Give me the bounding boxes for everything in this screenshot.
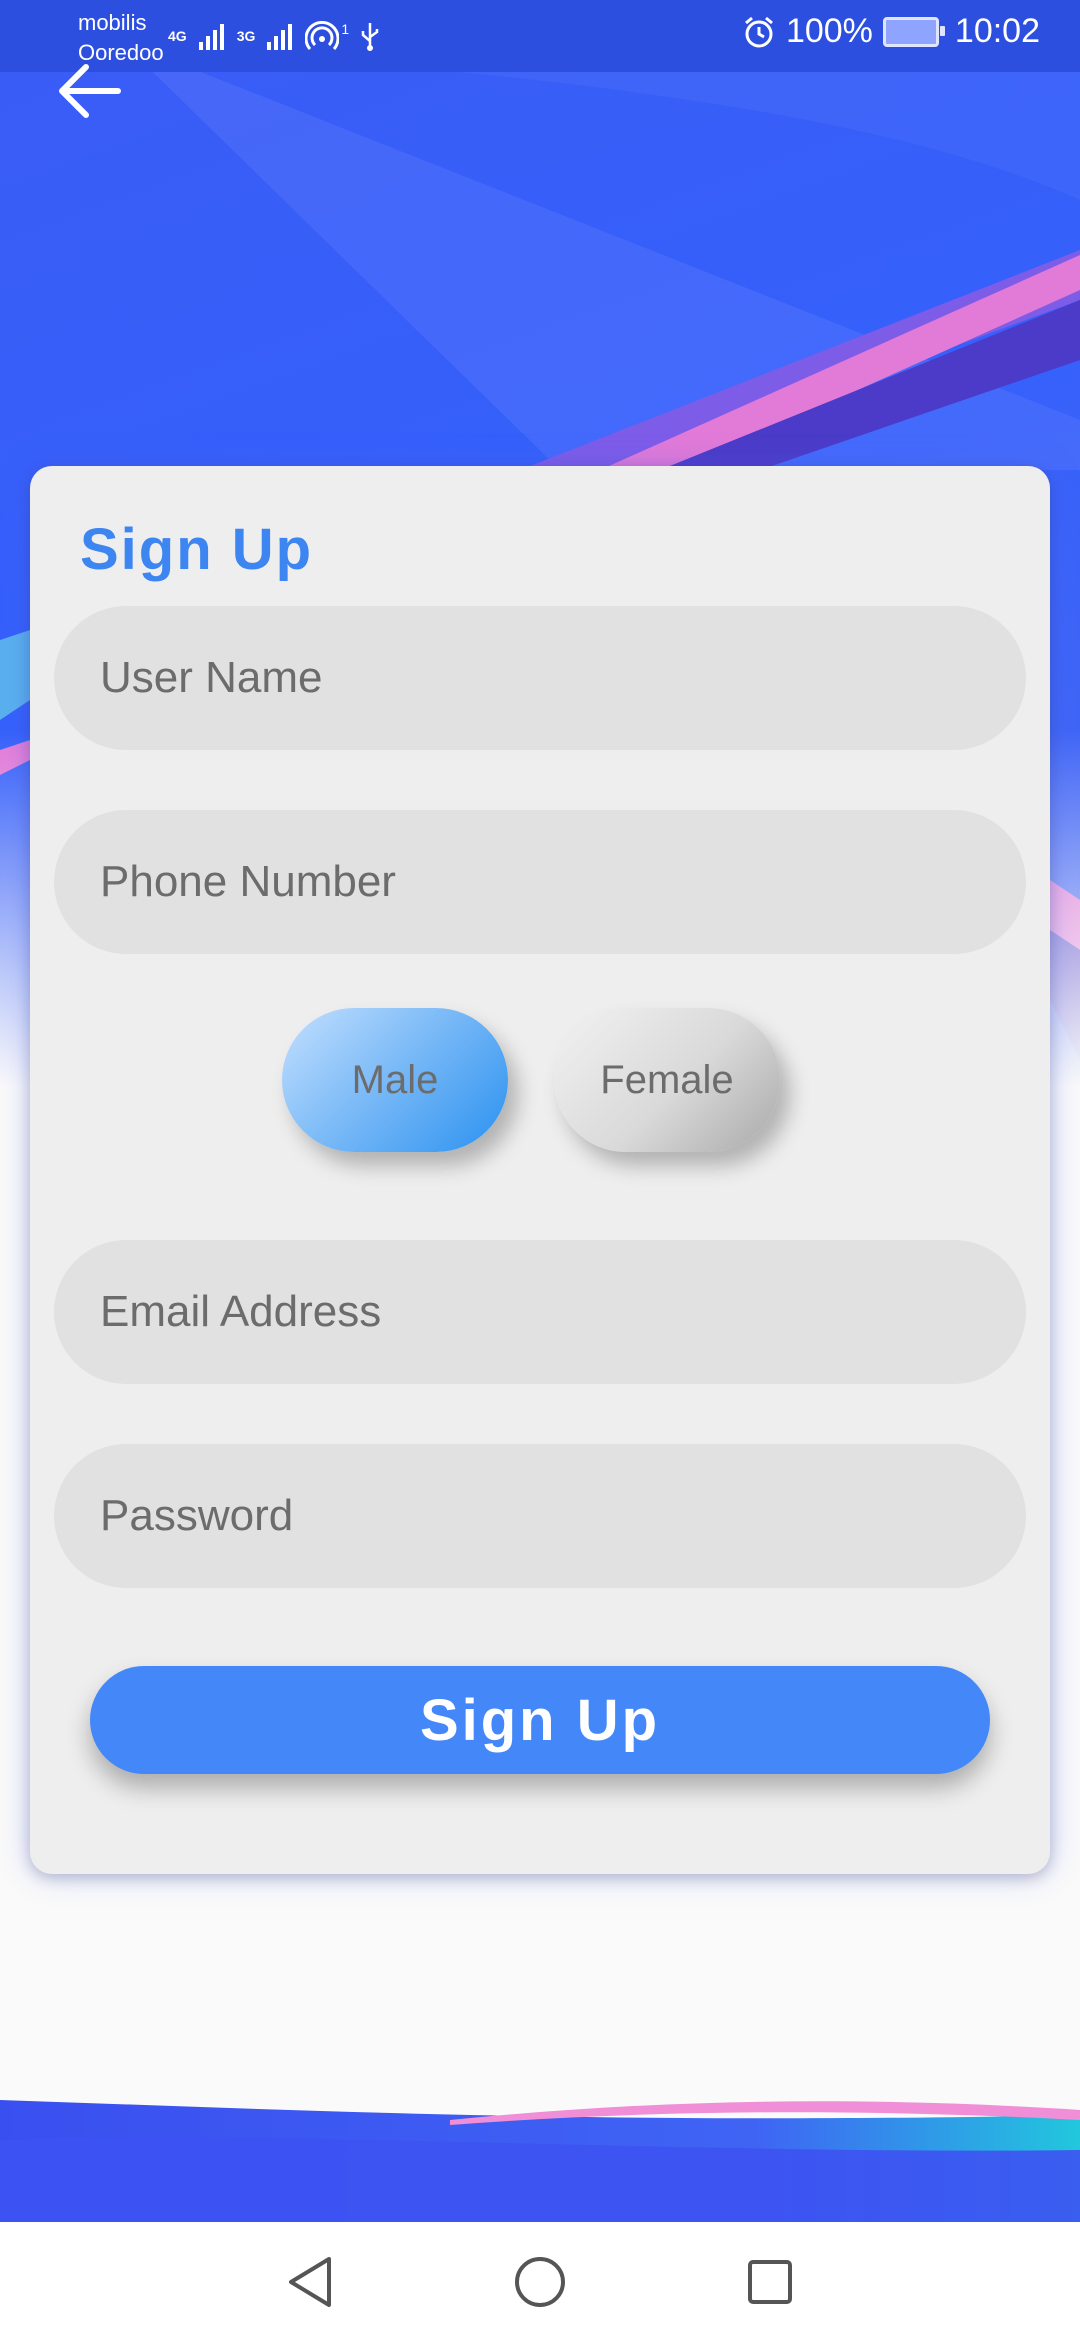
- arrow-left-icon: [59, 64, 121, 118]
- battery-percent: 100%: [785, 12, 873, 50]
- password-field[interactable]: Password: [54, 1444, 1026, 1588]
- nav-back-button[interactable]: [280, 2252, 340, 2312]
- email-placeholder: Email Address: [100, 1287, 382, 1336]
- navigation-bar: [0, 2222, 1080, 2340]
- signup-button[interactable]: Sign Up: [90, 1666, 990, 1774]
- page-title: Sign Up: [80, 517, 314, 582]
- network-type-2: 3G: [236, 28, 256, 44]
- signal-icon: [267, 24, 293, 50]
- password-placeholder: Password: [100, 1491, 294, 1540]
- phone-field[interactable]: Phone Number: [54, 810, 1026, 954]
- nav-home-button[interactable]: [510, 2252, 570, 2312]
- clock: 10:02: [954, 12, 1040, 50]
- circle-home-icon: [515, 2257, 565, 2307]
- triangle-back-icon: [289, 2257, 331, 2307]
- background-bottom-wave: [0, 2080, 1080, 2230]
- battery-icon: [882, 16, 945, 47]
- hotspot-count: 1: [341, 21, 350, 37]
- gender-male-button[interactable]: Male: [282, 1008, 508, 1152]
- email-field[interactable]: Email Address: [54, 1240, 1026, 1384]
- phone-placeholder: Phone Number: [100, 857, 396, 906]
- network-type-1: 4G: [168, 28, 187, 44]
- back-button[interactable]: [50, 56, 130, 126]
- square-recents-icon: [748, 2260, 792, 2304]
- username-field[interactable]: User Name: [54, 606, 1026, 750]
- carrier-1: mobilis: [78, 10, 147, 35]
- username-placeholder: User Name: [100, 653, 323, 702]
- signal-icons: 4G 3G 1: [168, 16, 381, 56]
- nav-recents-button[interactable]: [740, 2252, 800, 2312]
- usb-icon: [361, 23, 379, 51]
- status-bar: mobilis Ooredoo 4G 3G 1 100% 10:02: [0, 0, 1080, 72]
- alarm-icon: [744, 16, 773, 47]
- status-right: 100% 10:02: [742, 12, 1040, 51]
- hotspot-icon: [305, 21, 340, 50]
- signup-card: Sign Up User Name Phone Number Male Fema…: [30, 466, 1050, 1874]
- gender-female-button[interactable]: Female: [554, 1008, 780, 1152]
- signal-icon: [198, 24, 224, 50]
